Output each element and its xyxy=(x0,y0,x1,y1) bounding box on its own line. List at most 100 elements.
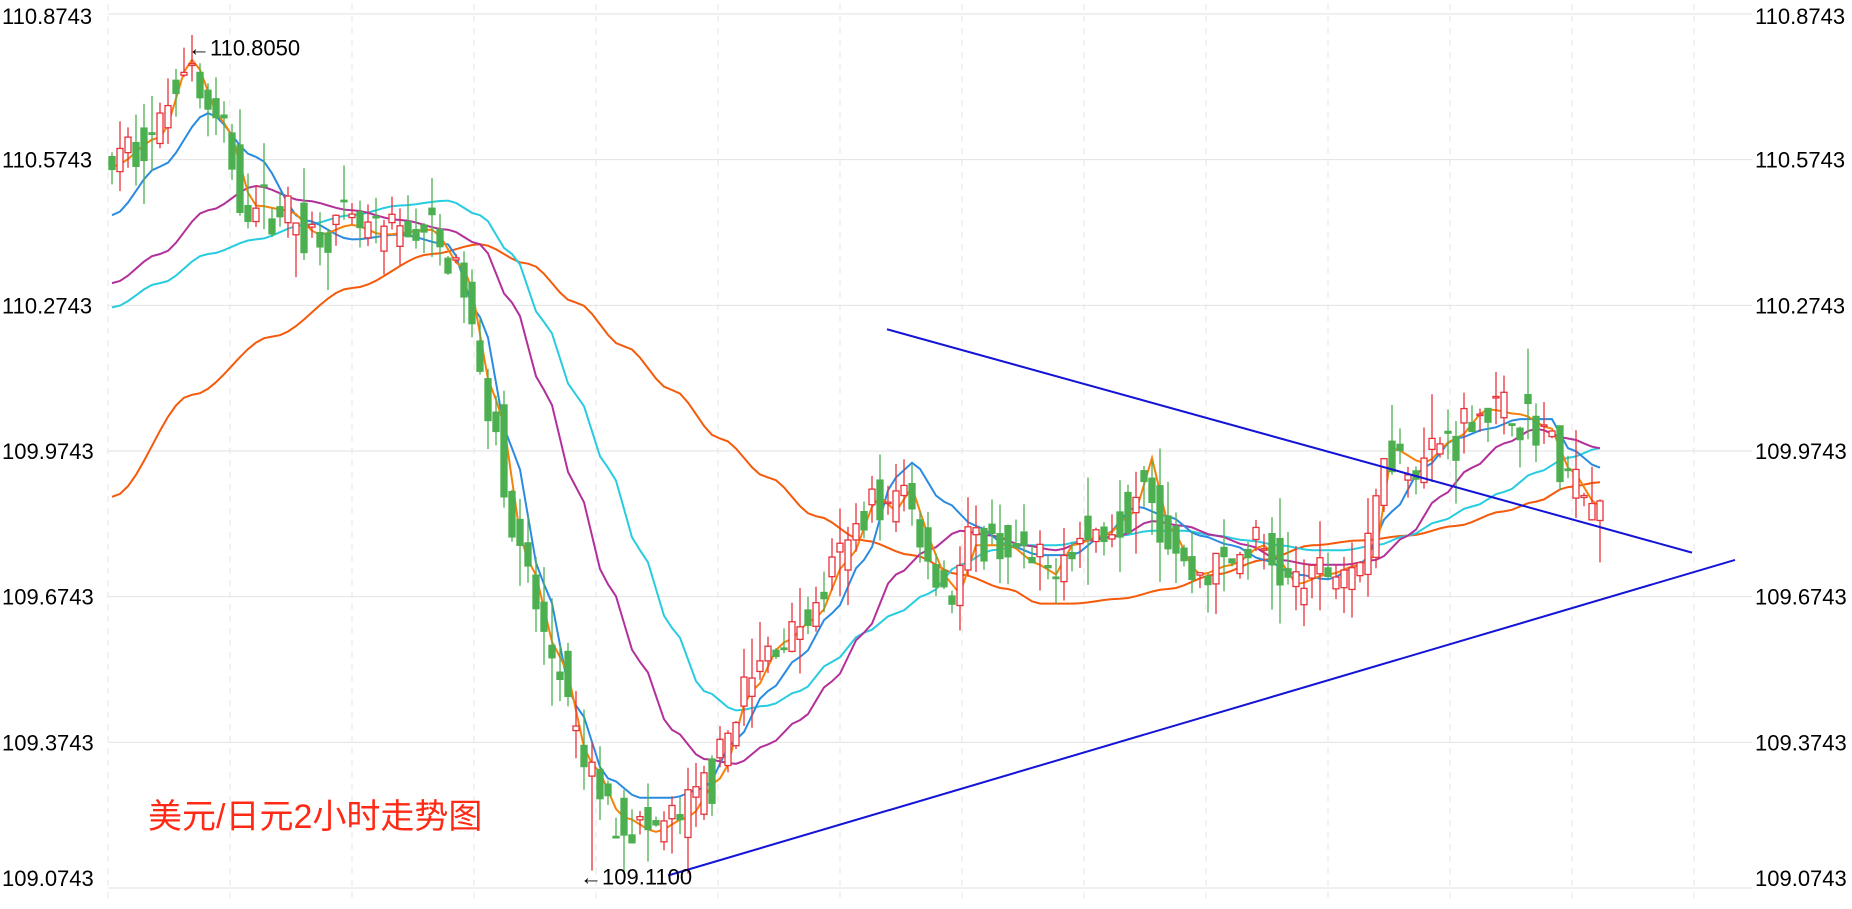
candle-down xyxy=(596,768,604,800)
candle-down xyxy=(1068,551,1076,560)
candle-up xyxy=(748,677,756,697)
candle-down xyxy=(1084,515,1092,540)
candle-down xyxy=(1012,543,1020,548)
candle-down xyxy=(772,649,780,658)
candle-up xyxy=(1460,407,1468,424)
candle-down xyxy=(916,519,924,548)
candle-down xyxy=(1284,568,1292,578)
candle-up xyxy=(1364,532,1372,576)
candle-down xyxy=(1116,511,1124,538)
candle-up xyxy=(164,104,172,129)
candle-up xyxy=(1252,526,1260,541)
candle-down xyxy=(260,184,268,188)
candle-down xyxy=(1452,435,1460,461)
candle-up xyxy=(1092,529,1100,543)
candle-up xyxy=(1492,395,1500,399)
candle-down xyxy=(1444,430,1452,434)
usd-jpy-chart: 110.8743 110.8743 110.5743 110.5743 110.2743… xyxy=(0,0,1852,904)
candle-down xyxy=(1228,558,1236,564)
candle-up xyxy=(732,721,740,747)
candle-down xyxy=(612,835,620,839)
candle-down xyxy=(1388,440,1396,473)
candle-down xyxy=(220,114,228,119)
candle-down xyxy=(244,204,252,222)
y-tick-label-right: 109.0743 xyxy=(1755,866,1847,891)
candle-down xyxy=(140,127,148,162)
candle-down xyxy=(804,609,812,626)
candle-down xyxy=(1148,477,1156,504)
candle-up xyxy=(1340,569,1348,589)
candle-up xyxy=(252,207,260,223)
candle-down xyxy=(428,207,436,216)
candle-up xyxy=(956,564,964,607)
candle-down xyxy=(356,211,364,229)
candle-up xyxy=(1108,534,1116,540)
candle-up xyxy=(812,602,820,627)
candle-up xyxy=(116,147,124,173)
candle-up xyxy=(700,772,708,815)
candle-down xyxy=(1524,393,1532,405)
candle-up xyxy=(188,63,196,67)
candle-down xyxy=(556,671,564,681)
candle-down xyxy=(1052,576,1060,580)
candle-up xyxy=(852,523,860,541)
y-tick-label-right: 110.5743 xyxy=(1755,148,1845,173)
candle-down xyxy=(1204,575,1212,586)
candle-up xyxy=(1332,576,1340,590)
candle-up xyxy=(1132,496,1140,514)
candle-down xyxy=(492,411,500,433)
candle-up xyxy=(1436,443,1444,455)
chart-svg: 110.8743 110.8743 110.5743 110.5743 110.2743… xyxy=(0,0,1852,904)
candle-up xyxy=(636,815,644,821)
candle-down xyxy=(780,647,788,651)
candle-down xyxy=(268,218,276,235)
candle-down xyxy=(1468,421,1476,433)
candle-down xyxy=(988,523,996,535)
candle-down xyxy=(580,744,588,768)
candle-down xyxy=(1028,557,1036,564)
candle-down xyxy=(1004,525,1012,558)
y-tick-label-right: 110.8743 xyxy=(1755,4,1845,29)
candle-down xyxy=(876,479,884,521)
candle-up xyxy=(900,484,908,497)
candle-up xyxy=(1300,587,1308,606)
candle-down xyxy=(980,528,988,562)
candle-down xyxy=(820,591,828,600)
candle-down xyxy=(1220,546,1228,558)
candle-up xyxy=(1348,567,1356,591)
candle-down xyxy=(1564,468,1572,472)
candle-up xyxy=(588,761,596,777)
candle-up xyxy=(892,490,900,523)
candle-down xyxy=(620,797,628,836)
candle-down xyxy=(404,220,412,238)
candle-down xyxy=(1188,556,1196,581)
candle-down xyxy=(1156,485,1164,543)
candle-down xyxy=(908,482,916,510)
candle-down xyxy=(1124,491,1132,534)
candle-down xyxy=(148,132,156,136)
candle-down xyxy=(604,783,612,797)
candle-up xyxy=(396,225,404,247)
candle-up xyxy=(756,660,764,673)
candle-up xyxy=(1372,495,1380,559)
candle-down xyxy=(1172,525,1180,554)
candle-down xyxy=(108,155,116,171)
candle-down xyxy=(1140,470,1148,483)
candle-down xyxy=(228,132,236,170)
y-tick-label-left: 109.9743 xyxy=(2,439,94,464)
candle-down xyxy=(932,564,940,588)
candle-up xyxy=(660,820,668,843)
candle-down xyxy=(340,199,348,203)
y-tick-label-left: 109.0743 xyxy=(2,866,94,891)
candle-up xyxy=(308,223,316,228)
candle-up xyxy=(180,71,188,76)
candle-up xyxy=(1540,424,1548,428)
candle-up xyxy=(1476,413,1484,417)
candle-down xyxy=(1180,547,1188,562)
candle-down xyxy=(1484,407,1492,423)
y-tick-label-left: 109.6743 xyxy=(2,585,94,610)
candle-up xyxy=(1196,572,1204,576)
candle-down xyxy=(1276,537,1284,586)
candle-up xyxy=(684,789,692,839)
candle-down xyxy=(652,820,660,826)
